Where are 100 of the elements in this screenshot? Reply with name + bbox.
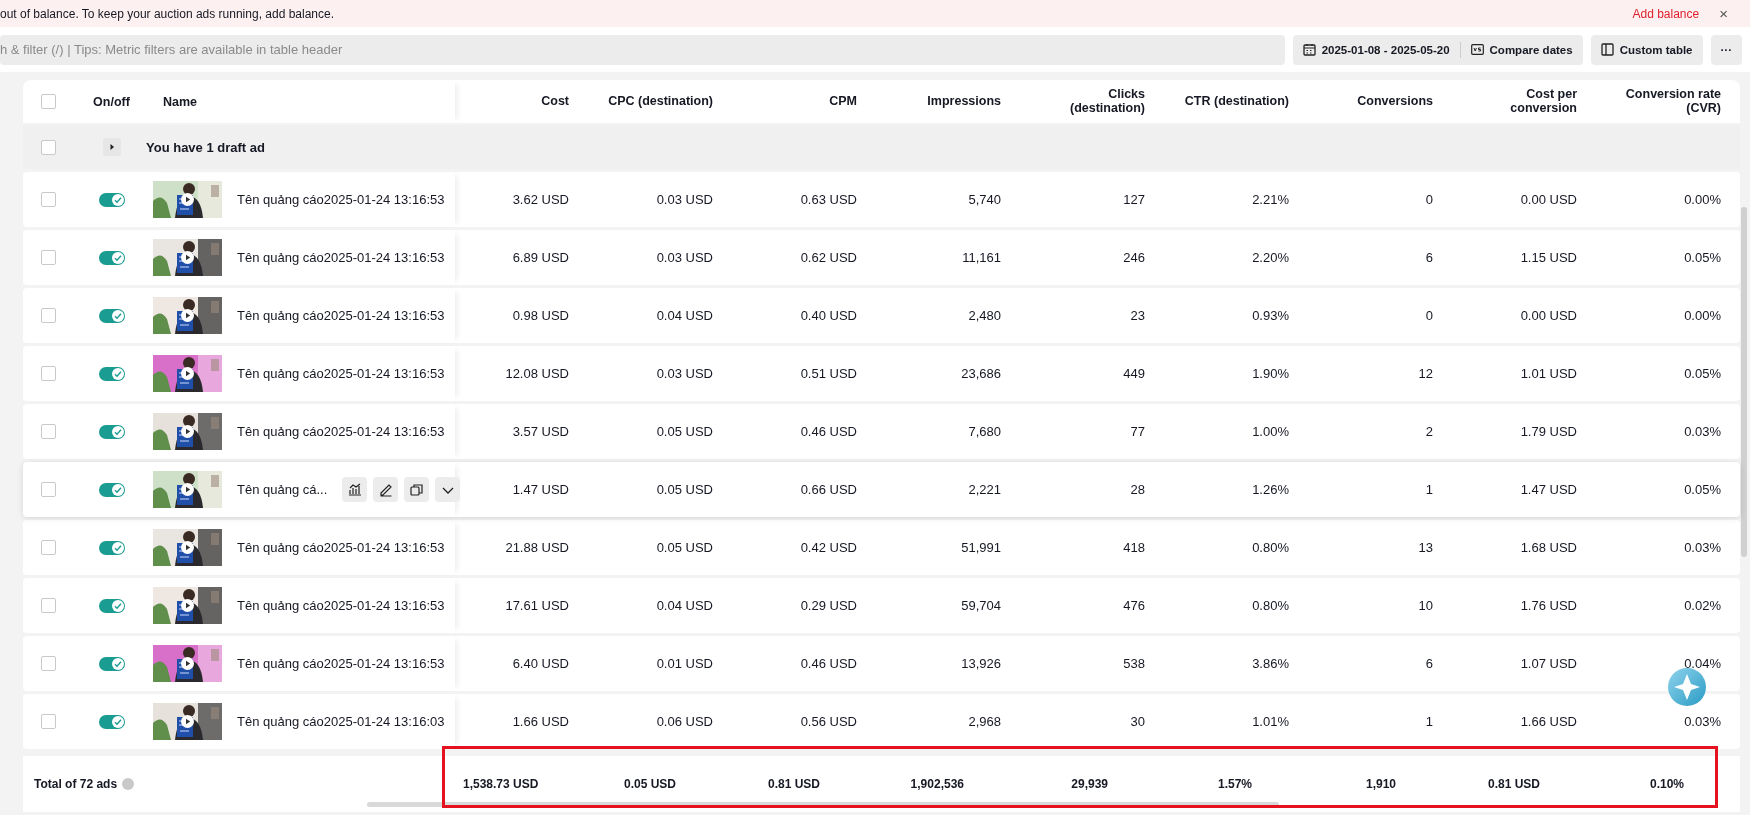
table-cell-text: 6.89 USD [511,250,570,265]
table-row[interactable]: Tên quảng cáo2025-01-24 13:16:53 17.61 USD 0.04 USD 0.29 USD 59,704 476 0.80% 10 1.76 USD 0.02% [23,578,1740,633]
ad-name[interactable]: Tên quảng cáo2025-01-24 13:16:53 [237,656,445,671]
toggle-switch[interactable] [98,424,125,439]
chart-button[interactable] [342,477,368,502]
expand-button[interactable] [102,138,121,156]
toggle-switch[interactable] [98,656,125,671]
date-range-button[interactable]: 2025-01-08 - 2025-05-20 [1292,34,1460,65]
play-icon[interactable] [181,193,194,206]
table-cell-text: 1.01% [1251,714,1290,729]
copy-button[interactable] [404,477,430,502]
ad-name[interactable]: Tên quảng cáo2025-01-24 13:16:53 [237,366,445,381]
table-cell-text: 0.63 USD [799,192,858,207]
toggle-switch[interactable] [98,308,125,323]
play-icon[interactable] [181,425,194,438]
search-field[interactable]: h & filter (/) | Tips: Metric filters are available in table header [0,34,1285,65]
checkbox[interactable] [40,94,56,109]
table-cell-text: 418 [1122,540,1146,555]
table-cell-text: 1.68 USD [1519,540,1578,555]
play-icon[interactable] [181,541,194,554]
play-icon[interactable] [181,251,194,264]
play-icon[interactable] [181,367,194,380]
add-balance-link[interactable]: Add balance [1632,6,1700,21]
table-cell-text: 6 [1424,250,1434,265]
table-row[interactable]: Tên quảng cáo2025-01-24 13:16:53 0.98 USD 0.04 USD 0.40 USD 2,480 23 0.93% 0 0.00 USD 0.00% [23,288,1740,343]
table-cell-text: 0.03% [1683,540,1722,555]
scrollbar[interactable] [1741,207,1747,557]
custom-table-button[interactable]: Custom table [1590,34,1703,65]
toggle-switch[interactable] [98,192,125,207]
table-row[interactable]: Tên quảng cáo2025-01-24 13:16:53 6.89 USD 0.03 USD 0.62 USD 11,161 246 2.20% 6 1.15 USD 0.05% [23,230,1740,285]
table-cell-text: 6.40 USD [511,656,570,671]
play-icon[interactable] [181,309,194,322]
table-row[interactable]: Tên quảng cáo2025-01-24 13:16:53 21.88 USD 0.05 USD 0.42 USD 51,991 418 0.80% 13 1.68 USD 0.03% [23,520,1740,575]
ad-name[interactable]: Tên quảng cáo2025-01-24 13:16:53 [237,424,445,439]
toggle-switch[interactable] [98,598,125,613]
chevron-down-button[interactable] [435,477,461,502]
toggle-switch[interactable] [98,250,125,265]
table-cell-text: 12.08 USD [504,366,570,381]
table-cell-text: 0.29 USD [799,598,858,613]
table-cell-text: 0.51 USD [799,366,858,381]
table-cell-text: 2,480 [967,308,1002,323]
table-cell-text: 0.01 USD [655,656,714,671]
table-cell-text: 538 [1122,656,1146,671]
table-cell-text: 23 [1129,308,1146,323]
column-header: Clicks (destination) [1069,88,1146,115]
table-cell-text: 3.62 USD [511,192,570,207]
scrollbar[interactable] [367,802,1279,807]
table-row[interactable]: Tên quảng cáo2025-01-24 13:16:03 1.66 USD 0.06 USD 0.56 USD 2,968 30 1.01% 1 1.66 USD 0.03% [23,694,1740,749]
checkbox[interactable] [40,482,56,497]
play-icon[interactable] [181,483,194,496]
ad-name[interactable]: Tên quảng cáo2025-01-24 13:16:53 [237,540,445,555]
ad-name[interactable]: Tên quảng cáo2025-01-24 13:16:53 [237,308,445,323]
banner-message: out of balance. To keep your auction ads running, add balance. [0,6,335,21]
toggle-switch[interactable] [98,366,125,381]
play-icon[interactable] [181,599,194,612]
table-row[interactable]: Tên quảng cáo2025-01-24 13:16:53 6.40 USD 0.01 USD 0.46 USD 13,926 538 3.86% 6 1.07 USD 0.04% [23,636,1740,691]
table-cell-text: 1.00% [1251,424,1290,439]
toggle-switch[interactable] [98,714,125,729]
close-button[interactable]: × [1719,5,1728,22]
toggle-switch[interactable] [98,540,125,555]
table-cell-text: 0.04 USD [655,598,714,613]
checkbox[interactable] [40,540,56,555]
checkbox[interactable] [40,250,56,265]
checkbox[interactable] [40,656,56,671]
ad-name[interactable]: Tên quảng cáo2025-01-24 13:16:53 [237,250,445,265]
more-button[interactable]: ··· [1710,34,1742,65]
compare-dates-button[interactable]: Compare dates [1460,34,1583,65]
assistant-icon[interactable] [1667,667,1707,707]
table-cell-text: 0.93% [1251,308,1290,323]
table-cell-text: 1.66 USD [511,714,570,729]
table-cell-text: 12 [1417,366,1434,381]
checkbox[interactable] [40,714,56,729]
chart-icon [346,481,363,498]
table-row[interactable]: Tên quảng cá... 1.47 USD 0.05 USD 0.66 USD 2,221 28 1.26% 1 1.47 USD 0.05% [23,462,1740,517]
ad-name[interactable]: Tên quảng cá... [237,482,328,497]
column-header: Impressions [926,94,1002,109]
checkbox[interactable] [40,424,56,439]
table-cell-text: 0.03 USD [655,192,714,207]
table-cell-text: 0 [1424,308,1434,323]
ad-name[interactable]: Tên quảng cáo2025-01-24 13:16:03 [237,714,445,729]
columns-icon [1600,43,1614,56]
play-icon[interactable] [181,715,194,728]
play-icon[interactable] [181,657,194,670]
table-cell-text: 1.15 USD [1519,250,1578,265]
toggle-switch[interactable] [98,482,125,497]
ad-name[interactable]: Tên quảng cáo2025-01-24 13:16:53 [237,598,445,613]
checkbox[interactable] [40,598,56,613]
table-row[interactable]: Tên quảng cáo2025-01-24 13:16:53 12.08 USD 0.03 USD 0.51 USD 23,686 449 1.90% 12 1.01 USD 0.05% [23,346,1740,401]
checkbox[interactable] [40,139,56,155]
table-row[interactable]: Tên quảng cáo2025-01-24 13:16:53 3.62 USD 0.03 USD 0.63 USD 5,740 127 2.21% 0 0.00 USD 0.00% [23,172,1740,227]
ad-name[interactable]: Tên quảng cáo2025-01-24 13:16:53 [237,192,445,207]
table-cell-text: 0.80% [1251,598,1290,613]
checkbox[interactable] [40,308,56,323]
table-cell-text: 13 [1417,540,1434,555]
checkbox[interactable] [40,192,56,207]
table-row[interactable]: Tên quảng cáo2025-01-24 13:16:53 3.57 USD 0.05 USD 0.46 USD 7,680 77 1.00% 2 1.79 USD 0.03% [23,404,1740,459]
pencil-button[interactable] [373,477,399,502]
table-cell-text: 6 [1424,656,1434,671]
checkbox[interactable] [40,366,56,381]
table-cell-text: 11,161 [961,250,1002,265]
